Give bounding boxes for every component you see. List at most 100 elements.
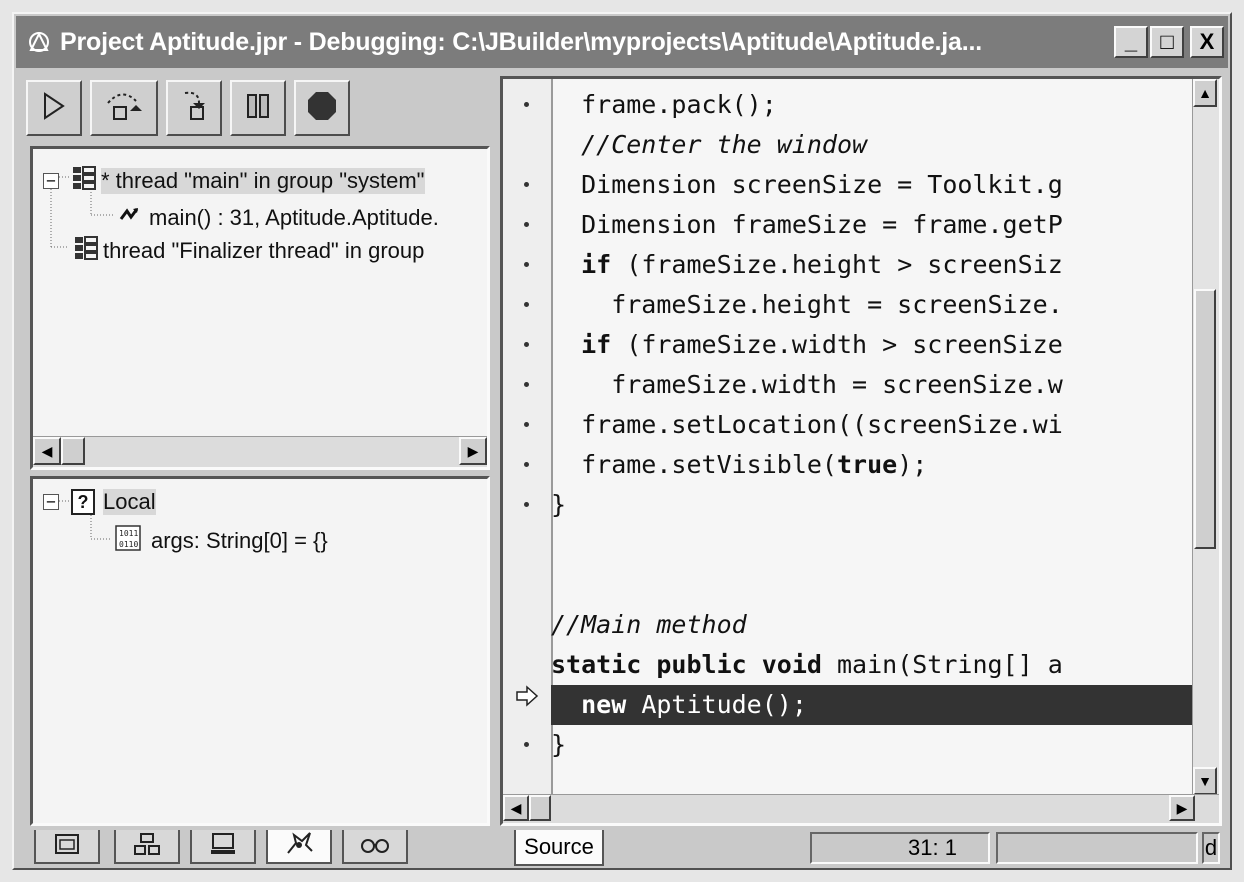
keyword: if	[581, 250, 612, 279]
tab-threads[interactable]	[266, 830, 332, 864]
scroll-down-button[interactable]: ▼	[1193, 767, 1217, 795]
stack-frame-row[interactable]: main() : 31, Aptitude.Aptitude.	[117, 203, 439, 233]
code-line: frame.setLocation((screenSize.wi	[551, 410, 1063, 439]
cursor-position: 31: 1	[810, 832, 990, 864]
scroll-thumb[interactable]	[1194, 289, 1216, 549]
pause-icon	[243, 91, 273, 126]
maximize-button[interactable]: □	[1150, 26, 1184, 58]
scroll-left-button[interactable]: ◀	[33, 437, 61, 465]
window-title: Project Aptitude.jpr - Debugging: C:\JBu…	[60, 27, 982, 56]
tab-console[interactable]	[190, 830, 256, 864]
stop-button[interactable]	[294, 80, 350, 136]
close-button[interactable]: X	[1190, 26, 1224, 58]
tab-structure[interactable]	[114, 830, 180, 864]
local-scope-row[interactable]: − ? Local	[43, 489, 156, 515]
run-icon	[41, 91, 67, 126]
breakpoint-gutter[interactable]	[503, 79, 553, 795]
minimize-button[interactable]: _	[1114, 26, 1148, 58]
scroll-right-button[interactable]: ▶	[1169, 795, 1195, 821]
tab-source[interactable]: Source	[514, 830, 604, 866]
scroll-left-button[interactable]: ◀	[503, 795, 529, 821]
vertical-scrollbar[interactable]: ▲ ▼	[1192, 79, 1219, 795]
scroll-thumb[interactable]	[529, 795, 551, 821]
thread-row-main[interactable]: − * thread "main" in group "system"	[43, 165, 425, 197]
collapse-toggle[interactable]: −	[43, 173, 59, 189]
project-icon	[24, 27, 54, 57]
help-icon: ?	[71, 489, 95, 515]
code-line: Dimension screenSize = Toolkit.g	[551, 170, 1063, 199]
step-into-button[interactable]	[166, 80, 222, 136]
console-icon	[209, 832, 237, 861]
debug-toolbar	[26, 76, 486, 140]
variable-label: args: String[0] = {}	[151, 528, 328, 553]
panel-tabs	[26, 830, 486, 868]
files-icon	[54, 833, 80, 860]
line-marker	[524, 742, 529, 747]
line-marker	[524, 262, 529, 267]
line-marker	[524, 382, 529, 387]
source-editor[interactable]: frame.pack(); //Center the window Dimens…	[500, 76, 1222, 826]
scroll-right-button[interactable]: ▶	[459, 437, 487, 465]
threads-icon	[284, 831, 314, 862]
pause-button[interactable]	[230, 80, 286, 136]
binary-variable-icon: 1011 0110	[115, 525, 141, 557]
code-line: }	[551, 730, 567, 759]
tab-files[interactable]	[34, 830, 100, 864]
title-bar[interactable]: Project Aptitude.jpr - Debugging: C:\JBu…	[16, 16, 1228, 68]
comment-text: //Main method	[551, 610, 747, 639]
thread-group-icon	[71, 165, 97, 197]
threads-pane[interactable]: − * thread "main" in group "system" main…	[30, 146, 490, 470]
execution-point-icon	[515, 685, 539, 712]
code-line: Dimension frameSize = frame.getP	[551, 210, 1063, 239]
line-marker	[524, 342, 529, 347]
keyword: new	[581, 690, 627, 719]
code-line: frameSize.width = screenSize.w	[551, 370, 1063, 399]
line-marker	[524, 302, 529, 307]
line-marker	[524, 102, 529, 107]
step-into-icon	[177, 89, 211, 128]
code-text: frame.setVisible(	[551, 450, 837, 479]
collapse-toggle[interactable]: −	[43, 494, 59, 510]
code-line: if (frameSize.width > screenSize	[551, 325, 1193, 365]
thread-label: thread "Finalizer thread" in group	[103, 238, 425, 263]
debugger-window: Project Aptitude.jpr - Debugging: C:\JBu…	[12, 12, 1232, 870]
line-marker	[524, 462, 529, 467]
code-line: if (frameSize.height > screenSiz	[551, 245, 1193, 285]
code-line: //Main method	[551, 605, 1193, 645]
keyword: true	[836, 450, 898, 479]
keyword: static public void	[551, 650, 822, 679]
structure-icon	[133, 832, 161, 861]
thread-label: * thread "main" in group "system"	[101, 168, 425, 194]
run-button[interactable]	[26, 80, 82, 136]
step-over-icon	[102, 89, 146, 128]
variable-row[interactable]: 1011 0110 args: String[0] = {}	[115, 525, 328, 557]
scope-label: Local	[103, 489, 156, 515]
editor-mode-field	[996, 832, 1198, 864]
code-area[interactable]: frame.pack(); //Center the window Dimens…	[551, 79, 1193, 795]
horizontal-scrollbar[interactable]: ◀ ▶	[503, 794, 1219, 823]
scroll-thumb[interactable]	[61, 437, 85, 465]
comment-text: //Center the window	[551, 130, 868, 159]
line-marker	[524, 182, 529, 187]
status-bar: Source 31: 1 d	[500, 830, 1222, 868]
code-text: Aptitude();	[626, 690, 807, 719]
stack-frame-icon	[117, 203, 141, 233]
current-execution-line: new Aptitude();	[551, 685, 1193, 725]
variables-pane[interactable]: − ? Local 1011 0110 args: String[0] = {}	[30, 476, 490, 826]
scroll-up-button[interactable]: ▲	[1193, 79, 1217, 107]
code-line: frame.setVisible(true);	[551, 445, 1193, 485]
step-over-button[interactable]	[90, 80, 158, 136]
svg-text:0110: 0110	[119, 540, 138, 549]
stop-icon	[306, 90, 338, 127]
tab-watches[interactable]	[342, 830, 408, 864]
code-line: //Center the window	[551, 125, 1193, 165]
thread-group-icon	[73, 235, 99, 267]
thread-row-finalizer[interactable]: thread "Finalizer thread" in group	[73, 235, 424, 267]
horizontal-scrollbar[interactable]: ◀ ▶	[33, 436, 487, 467]
code-text: (frameSize.height > screenSiz	[611, 250, 1063, 279]
code-line: static public void main(String[] a	[551, 645, 1193, 685]
